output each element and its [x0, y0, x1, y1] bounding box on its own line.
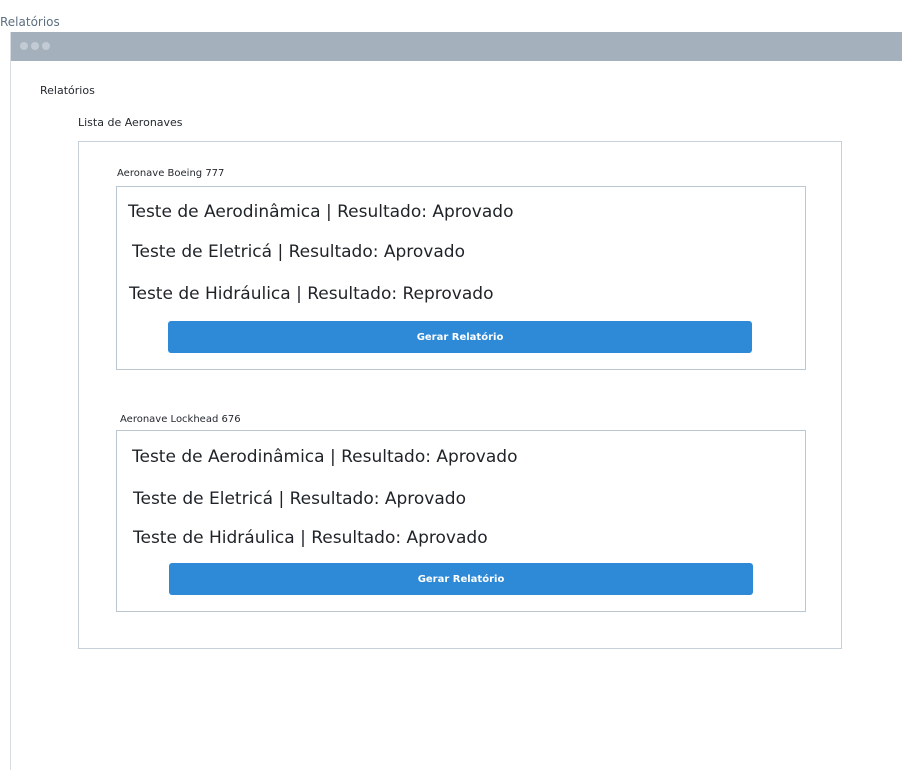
page-heading: Relatórios — [40, 84, 95, 97]
generate-report-button[interactable]: Gerar Relatório — [168, 321, 752, 353]
aircraft-card: Teste de Aerodinâmica | Resultado: Aprov… — [116, 186, 806, 370]
aircraft-name: Aeronave Lockhead 676 — [120, 414, 241, 425]
test-result-line: Teste de Hidráulica | Resultado: Reprova… — [129, 284, 494, 304]
window-dot-icon[interactable] — [42, 42, 50, 50]
generate-report-button[interactable]: Gerar Relatório — [169, 563, 753, 595]
aircraft-name: Aeronave Boeing 777 — [117, 168, 225, 179]
test-result-line: Teste de Hidráulica | Resultado: Aprovad… — [133, 528, 488, 548]
test-result-line: Teste de Eletricá | Resultado: Aprovado — [132, 242, 465, 262]
window-dot-icon[interactable] — [20, 42, 28, 50]
window-dot-icon[interactable] — [31, 42, 39, 50]
title-bar — [11, 32, 902, 61]
window-title: Relatórios — [0, 15, 60, 29]
window-controls — [20, 42, 50, 50]
test-result-line: Teste de Aerodinâmica | Resultado: Aprov… — [128, 202, 514, 222]
test-result-line: Teste de Eletricá | Resultado: Aprovado — [133, 489, 466, 509]
aircraft-card: Teste de Aerodinâmica | Resultado: Aprov… — [116, 430, 806, 612]
browser-window: Relatórios Lista de Aeronaves Aeronave B… — [10, 32, 902, 770]
test-result-line: Teste de Aerodinâmica | Resultado: Aprov… — [132, 447, 518, 467]
list-title: Lista de Aeronaves — [78, 116, 183, 129]
